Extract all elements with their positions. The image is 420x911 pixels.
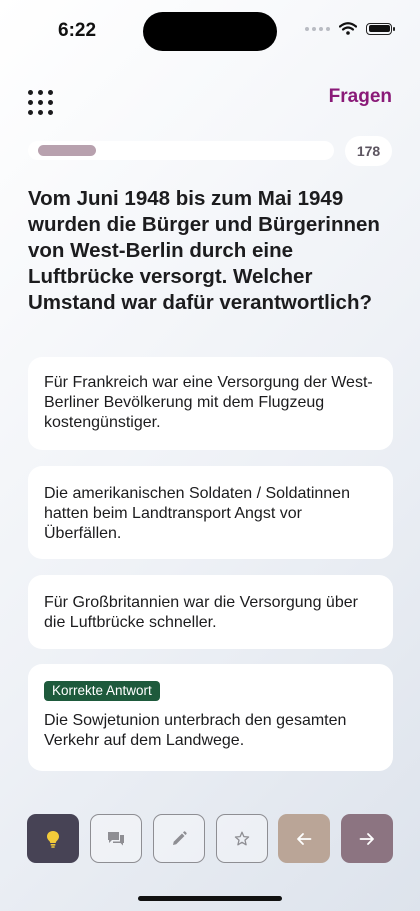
chat-icon <box>108 831 124 845</box>
notes-button[interactable] <box>153 814 205 863</box>
next-button[interactable] <box>341 814 393 863</box>
favorite-button[interactable] <box>216 814 268 863</box>
hint-button[interactable] <box>27 814 79 863</box>
comments-button[interactable] <box>90 814 142 863</box>
answer-option-4-correct[interactable]: Korrekte Antwort Die Sowjetunion unterbr… <box>28 664 393 771</box>
bottom-toolbar <box>27 814 393 863</box>
answer-text: Die amerikanischen Soldaten / Soldatinne… <box>44 485 350 542</box>
status-bar: 6:22 <box>0 0 420 60</box>
answer-option-2[interactable]: Die amerikanischen Soldaten / Soldatinne… <box>28 466 393 559</box>
wifi-icon <box>339 22 357 35</box>
answer-text: Für Frankreich war eine Versorgung der W… <box>44 374 373 431</box>
question-count-badge: 178 <box>345 136 392 166</box>
correct-answer-badge: Korrekte Antwort <box>44 681 160 701</box>
arrow-left-icon <box>297 832 312 845</box>
star-icon <box>234 831 250 845</box>
answer-text: Für Großbritannien war die Versorgung üb… <box>44 594 358 631</box>
previous-button[interactable] <box>278 814 330 863</box>
progress-fill <box>38 145 96 156</box>
arrow-right-icon <box>359 832 374 845</box>
page-title[interactable]: Fragen <box>329 86 392 108</box>
dynamic-island <box>143 12 277 51</box>
answer-option-1[interactable]: Für Frankreich war eine Versorgung der W… <box>28 357 393 450</box>
status-time: 6:22 <box>58 20 97 41</box>
cellular-signal-icon <box>305 26 330 31</box>
header: Fragen <box>28 86 392 120</box>
home-indicator <box>138 896 282 901</box>
pencil-icon <box>173 830 187 845</box>
status-icons <box>305 22 395 35</box>
answer-text: Die Sowjetunion unterbrach den gesamten … <box>44 712 347 749</box>
progress-row: 178 <box>28 136 392 166</box>
answer-option-3[interactable]: Für Großbritannien war die Versorgung üb… <box>28 575 393 649</box>
grid-menu-icon[interactable] <box>28 90 54 116</box>
lightbulb-icon <box>47 830 59 848</box>
question-text: Vom Juni 1948 bis zum Mai 1949 wurden di… <box>28 187 380 314</box>
progress-bar <box>28 141 334 160</box>
battery-icon <box>366 22 395 35</box>
